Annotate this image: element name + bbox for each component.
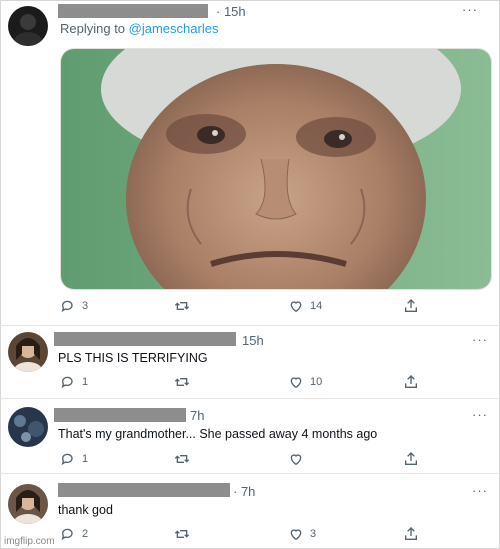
like-button[interactable]: 10 — [288, 374, 322, 390]
reply-count: 3 — [82, 300, 89, 312]
like-button[interactable] — [288, 451, 310, 467]
username-redacted — [54, 332, 236, 346]
tweet-actions: 3 14 — [0, 298, 500, 318]
more-icon[interactable]: ··· — [462, 2, 478, 17]
share-button[interactable] — [403, 526, 419, 542]
tweet-time[interactable]: · 15h — [216, 4, 246, 19]
reply-button[interactable]: 2 — [60, 526, 88, 542]
reply-button[interactable]: 1 — [60, 451, 88, 467]
share-icon — [405, 375, 417, 388]
avatar[interactable] — [8, 407, 48, 447]
like-count: 3 — [310, 528, 317, 540]
like-button[interactable]: 3 — [288, 526, 316, 542]
avatar[interactable] — [8, 332, 48, 372]
share-icon — [405, 299, 417, 312]
retweet-icon — [174, 302, 190, 310]
username-redacted — [58, 4, 208, 18]
more-icon[interactable]: ··· — [472, 483, 488, 498]
tweet-actions: 2 3 — [0, 526, 500, 546]
like-count: 10 — [310, 376, 323, 388]
reply-tweet[interactable]: 15h ··· PLS THIS IS TERRIFYING 1 10 — [0, 326, 500, 398]
tweet-time[interactable]: · 7h — [233, 484, 255, 499]
replying-to: Replying to @jamescharles — [60, 21, 219, 36]
tweet-text: PLS THIS IS TERRIFYING — [58, 351, 208, 365]
username-redacted — [58, 483, 230, 497]
like-icon — [290, 454, 302, 466]
reply-icon — [61, 376, 73, 389]
reply-count: 2 — [82, 528, 89, 540]
tweet-photo[interactable] — [60, 48, 492, 290]
tweet-time[interactable]: 15h — [242, 333, 264, 348]
retweet-icon — [174, 378, 190, 386]
reply-tweet[interactable]: 7h ··· That's my grandmother... She pass… — [0, 399, 500, 473]
retweet-button[interactable] — [174, 451, 196, 467]
share-button[interactable] — [403, 451, 419, 467]
share-icon — [405, 527, 417, 540]
tweet-text: thank god — [58, 503, 113, 517]
share-button[interactable] — [403, 298, 419, 314]
reply-count: 1 — [82, 376, 89, 388]
avatar[interactable] — [8, 484, 48, 524]
reply-button[interactable]: 3 — [60, 298, 88, 314]
avatar[interactable] — [8, 6, 48, 46]
retweet-button[interactable] — [174, 374, 196, 390]
like-icon — [290, 301, 302, 313]
share-button[interactable] — [403, 374, 419, 390]
retweet-button[interactable] — [174, 298, 196, 314]
imgflip-watermark: imgflip.com — [4, 536, 55, 547]
tweet-actions: 1 — [0, 451, 500, 471]
reply-button[interactable]: 1 — [60, 374, 88, 390]
tweet-text: That's my grandmother... She passed away… — [58, 427, 378, 441]
like-icon — [290, 529, 302, 541]
reply-icon — [61, 300, 73, 313]
username-redacted — [54, 408, 186, 422]
retweet-icon — [174, 455, 190, 463]
reply-count: 1 — [82, 453, 89, 465]
tweet-actions: 1 10 — [0, 374, 500, 394]
reply-icon — [61, 453, 73, 466]
retweet-button[interactable] — [174, 526, 196, 542]
like-icon — [290, 377, 302, 389]
elderly-woman-photo — [61, 49, 491, 289]
replying-to-handle[interactable]: @jamescharles — [129, 21, 219, 36]
original-tweet[interactable]: · 15h ··· Replying to @jamescharles 3 14 — [0, 0, 500, 325]
reply-tweet[interactable]: · 7h ··· thank god 2 3 — [0, 474, 500, 549]
retweet-icon — [174, 530, 190, 538]
like-button[interactable]: 14 — [288, 298, 322, 314]
tweet-time[interactable]: 7h — [190, 408, 204, 423]
share-icon — [405, 452, 417, 465]
reply-icon — [61, 528, 73, 541]
more-icon[interactable]: ··· — [472, 332, 488, 347]
like-count: 14 — [310, 300, 323, 312]
more-icon[interactable]: ··· — [472, 407, 488, 422]
